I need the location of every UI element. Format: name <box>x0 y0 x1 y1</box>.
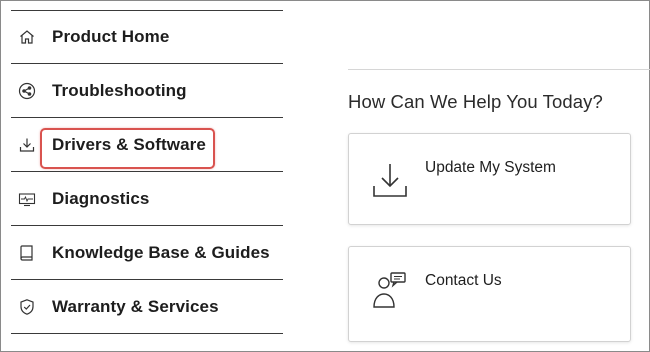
highlight-box <box>40 128 215 169</box>
card-label: Update My System <box>425 159 556 176</box>
sidebar-item-diagnostics[interactable]: Diagnostics <box>11 172 283 226</box>
sidebar-item-warranty-services[interactable]: Warranty & Services <box>11 280 283 334</box>
download-tray-icon <box>369 160 411 202</box>
sidebar-item-label: Troubleshooting <box>52 80 187 100</box>
diagnostics-monitor-icon <box>17 189 37 209</box>
help-panel: How Can We Help You Today? Update My Sys… <box>348 0 650 352</box>
sidebar-item-label: Warranty & Services <box>52 296 219 316</box>
shield-check-icon <box>17 297 37 317</box>
card-label: Contact Us <box>425 272 502 289</box>
sidebar-item-knowledge-base[interactable]: Knowledge Base & Guides <box>11 226 283 280</box>
home-icon <box>17 27 37 47</box>
download-icon <box>17 135 37 155</box>
sidebar-item-product-home[interactable]: Product Home <box>11 10 283 64</box>
sidebar-item-label: Product Home <box>52 27 170 46</box>
page-title: How Can We Help You Today? <box>348 91 603 112</box>
divider <box>348 69 650 70</box>
book-icon <box>17 243 37 263</box>
contact-person-chat-icon <box>369 271 411 313</box>
contact-us-card[interactable]: Contact Us <box>348 246 631 342</box>
sidebar-item-label: Knowledge Base & Guides <box>52 242 270 262</box>
update-my-system-card[interactable]: Update My System <box>348 133 631 225</box>
sidebar-item-label: Diagnostics <box>52 188 150 208</box>
sidebar-item-drivers-software[interactable]: Drivers & Software <box>11 118 283 172</box>
sidebar-item-troubleshooting[interactable]: Troubleshooting <box>11 64 283 118</box>
sidebar-nav: Product Home Troubleshooting Drivers & S… <box>11 10 283 334</box>
share-icon <box>17 81 37 101</box>
